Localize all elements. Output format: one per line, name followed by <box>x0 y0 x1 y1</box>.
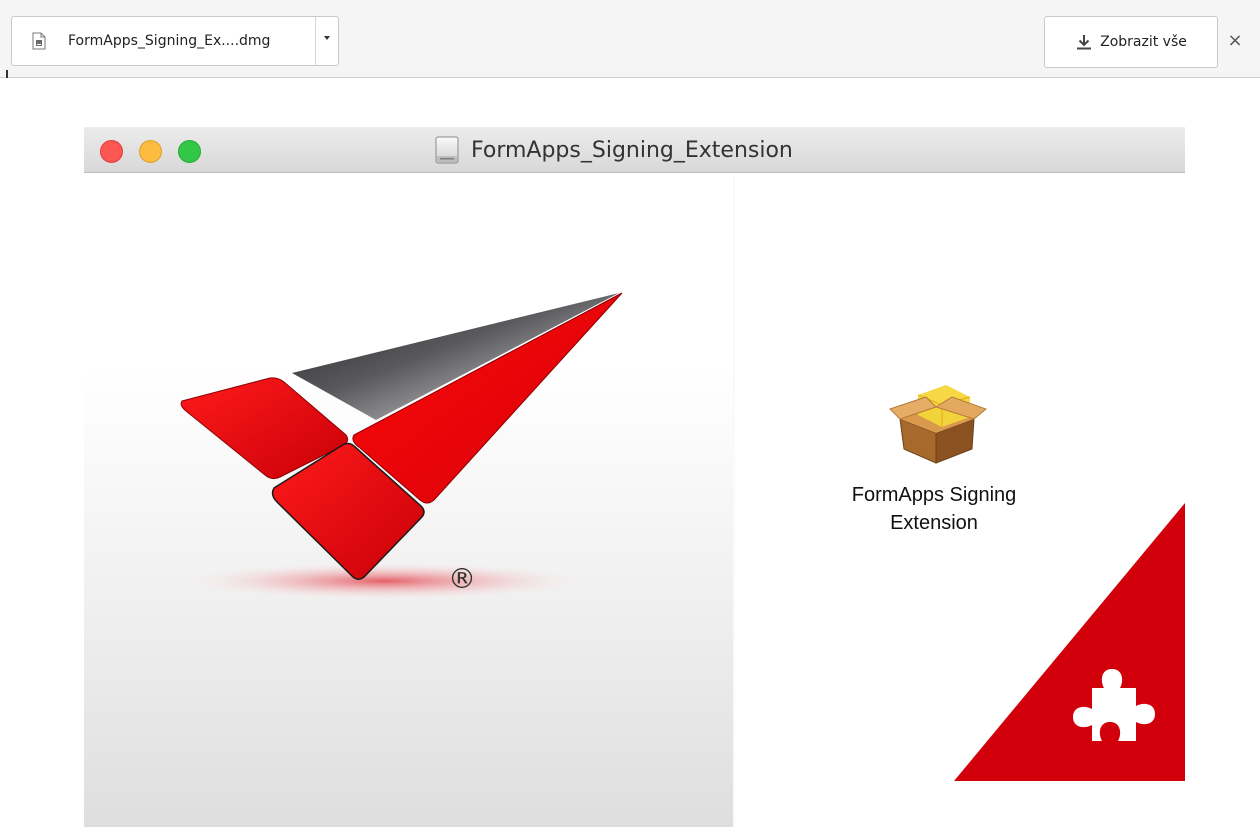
formapps-logo: ® <box>169 292 623 601</box>
show-all-downloads-button[interactable]: Zobrazit vše <box>1044 16 1218 68</box>
brand-background: ® <box>84 173 735 827</box>
window-title-group: FormApps_Signing_Extension <box>434 127 793 173</box>
download-icon <box>1075 33 1093 51</box>
registered-mark: ® <box>448 562 476 595</box>
close-icon[interactable]: × <box>1225 30 1245 52</box>
installer-package-icon[interactable] <box>886 373 990 467</box>
window-titlebar[interactable]: FormApps_Signing_Extension <box>84 127 1185 173</box>
download-file-name: FormApps_Signing_Ex....dmg <box>68 33 271 49</box>
window-zoom-button[interactable] <box>178 140 201 163</box>
download-shelf: FormApps_Signing_Ex....dmg Zobrazit vše … <box>0 0 1260 78</box>
chevron-down-icon <box>324 36 330 40</box>
window-minimize-button[interactable] <box>139 140 162 163</box>
download-item[interactable]: FormApps_Signing_Ex....dmg <box>11 16 339 66</box>
window-title: FormApps_Signing_Extension <box>471 137 793 163</box>
download-item-open[interactable]: FormApps_Signing_Ex....dmg <box>12 17 315 65</box>
window-close-button[interactable] <box>100 140 123 163</box>
show-all-label: Zobrazit vše <box>1100 34 1187 50</box>
disk-image-icon <box>434 135 460 165</box>
shelf-corner-mark <box>6 70 8 78</box>
download-menu-button[interactable] <box>315 17 338 65</box>
logo-reflection <box>169 561 599 601</box>
corner-badge <box>954 503 1185 781</box>
file-icon <box>32 32 46 50</box>
panel-divider <box>733 173 735 827</box>
dmg-window: FormApps_Signing_Extension ® FormApps Si… <box>84 127 1185 827</box>
